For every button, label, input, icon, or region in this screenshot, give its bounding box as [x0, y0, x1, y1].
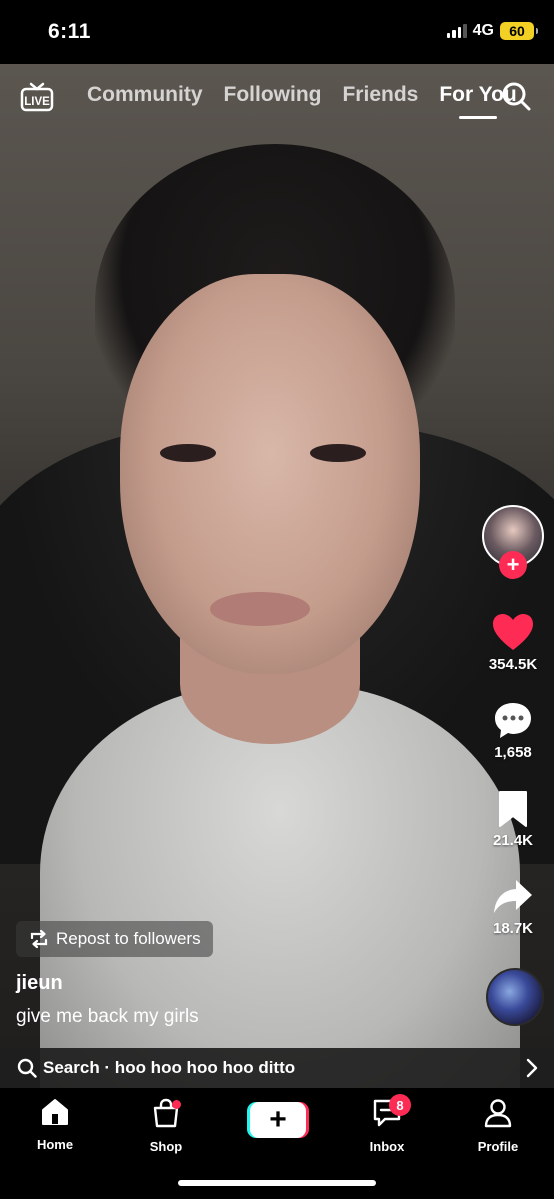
- home-indicator[interactable]: [178, 1180, 376, 1186]
- status-time: 6:11: [48, 20, 91, 43]
- bookmark-icon: [499, 791, 527, 827]
- profile-icon: [484, 1099, 512, 1128]
- nav-home-label: Home: [36, 1137, 74, 1152]
- shop-notification-dot: [172, 1100, 181, 1109]
- nav-inbox-label: Inbox: [369, 1139, 405, 1154]
- create-button[interactable]: +: [247, 1102, 309, 1138]
- repost-button[interactable]: Repost to followers: [16, 921, 213, 957]
- follow-plus-icon[interactable]: +: [499, 551, 527, 579]
- nav-profile[interactable]: Profile: [458, 1098, 538, 1154]
- top-nav: LIVE Community Following Friends For You: [0, 64, 554, 130]
- share-count: 18.7K: [492, 920, 534, 937]
- nav-profile-label: Profile: [477, 1139, 519, 1154]
- home-icon: [42, 1099, 68, 1125]
- search-icon: [17, 1058, 37, 1078]
- repost-icon: [30, 929, 48, 949]
- comment-button[interactable]: 1,658: [473, 700, 553, 761]
- caption: give me back my girls: [16, 1006, 199, 1027]
- battery-level: 60: [509, 23, 525, 39]
- related-search-text: Search · hoo hoo hoo hoo ditto: [43, 1058, 296, 1077]
- heart-icon: [493, 614, 533, 650]
- video-scene: [210, 592, 310, 626]
- video-scene: [310, 444, 366, 462]
- chevron-right-icon: [526, 1058, 538, 1078]
- video-scene: [40, 684, 520, 1089]
- comment-icon: [495, 703, 531, 738]
- bookmark-button[interactable]: 21.4K: [473, 790, 553, 849]
- nav-home[interactable]: Home: [15, 1098, 95, 1152]
- music-disc[interactable]: [486, 968, 544, 1026]
- share-icon: [494, 880, 532, 913]
- related-search-bar[interactable]: Search · hoo hoo hoo hoo ditto: [0, 1048, 554, 1088]
- tab-community[interactable]: Community: [87, 83, 203, 107]
- share-button[interactable]: 18.7K: [473, 878, 553, 937]
- tab-following[interactable]: Following: [224, 83, 322, 107]
- signal-icon: [446, 24, 467, 38]
- bookmark-count: 21.4K: [492, 832, 534, 849]
- status-bar: 6:11 4G 60: [0, 0, 554, 64]
- inbox-badge: 8: [389, 1094, 411, 1116]
- like-button[interactable]: 354.5K: [473, 612, 553, 673]
- live-label: LIVE: [24, 96, 50, 108]
- live-icon[interactable]: LIVE: [20, 80, 54, 112]
- comment-count: 1,658: [494, 744, 532, 761]
- status-indicators: 4G 60: [446, 22, 538, 40]
- network-label: 4G: [472, 22, 494, 39]
- creator-avatar-button[interactable]: +: [482, 505, 544, 579]
- battery-icon: 60: [500, 22, 538, 40]
- tab-friends[interactable]: Friends: [342, 83, 418, 107]
- bottom-nav: Home Shop + 8 Inbox Profile: [0, 1088, 554, 1199]
- video-scene: [160, 444, 216, 462]
- username[interactable]: jieun: [16, 972, 63, 995]
- like-count: 354.5K: [488, 656, 538, 673]
- nav-shop[interactable]: Shop: [126, 1098, 206, 1154]
- repost-label: Repost to followers: [56, 929, 201, 948]
- feed-tabs: Community Following Friends For You: [87, 83, 538, 119]
- nav-shop-label: Shop: [149, 1139, 183, 1154]
- plus-icon: +: [250, 1102, 306, 1138]
- search-icon[interactable]: [500, 80, 532, 112]
- nav-inbox[interactable]: 8 Inbox: [347, 1094, 427, 1154]
